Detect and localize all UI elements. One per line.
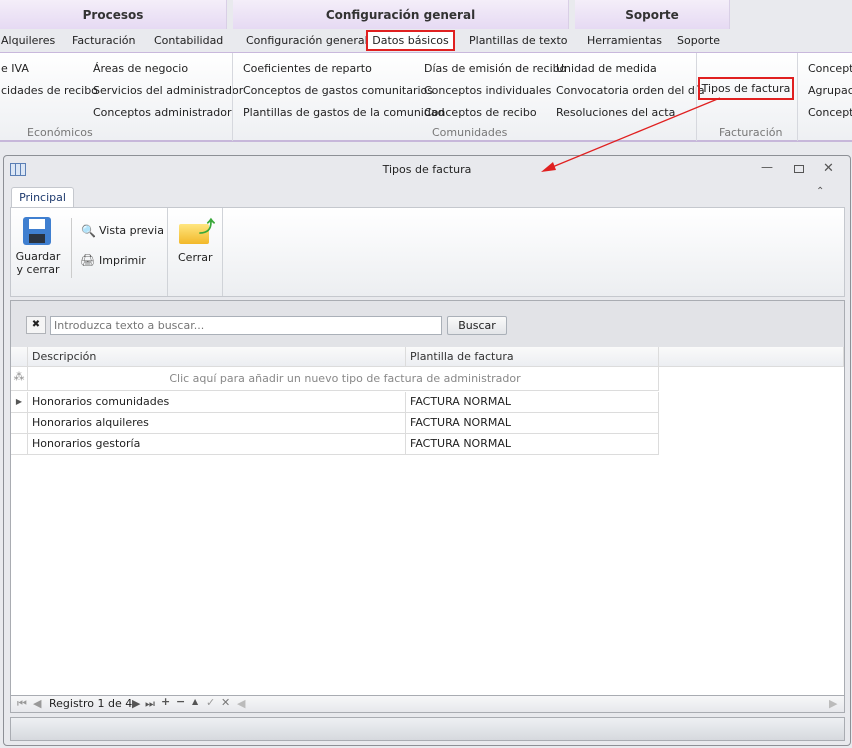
- annotation-arrow: [541, 97, 721, 172]
